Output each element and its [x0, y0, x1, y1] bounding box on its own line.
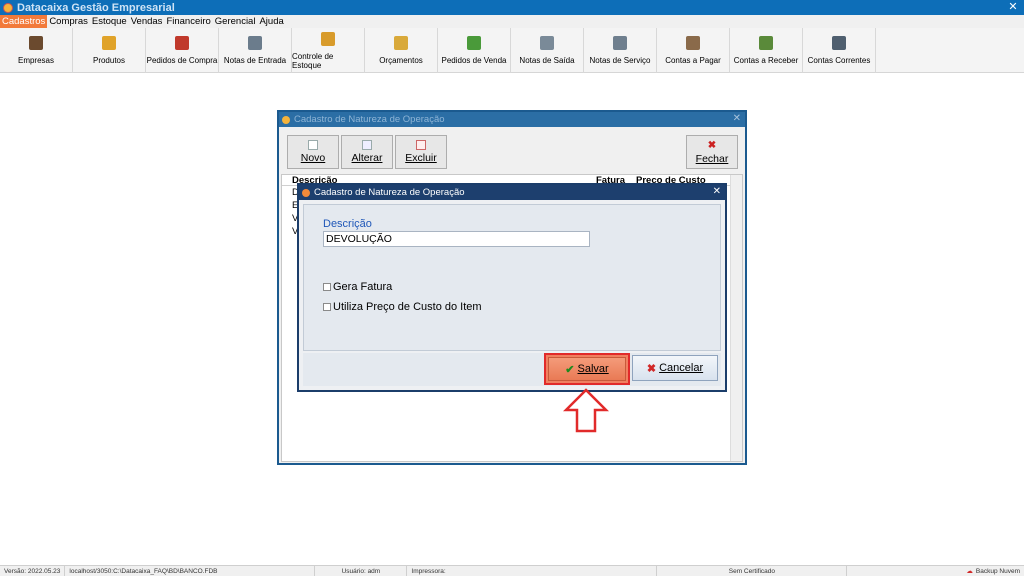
status-user: Usuário: adm: [315, 565, 408, 576]
salvar-button[interactable]: ✔ Salvar: [544, 353, 630, 385]
cancelar-button[interactable]: ✖ Cancelar: [632, 355, 718, 381]
descricao-input[interactable]: DEVOLUÇÃO: [323, 231, 590, 247]
menu-estoque[interactable]: Estoque: [90, 15, 129, 28]
novo-button[interactable]: Novo: [287, 135, 339, 169]
up-arrow-icon: [563, 388, 609, 433]
preco-custo-checkbox[interactable]: Utiliza Preço de Custo do Item: [323, 301, 482, 313]
receipt-icon: [540, 36, 554, 50]
status-version: Versão: 2022.05.23: [0, 565, 66, 576]
edit-dialog-title-bar: Cadastro de Natureza de Operação ✕: [299, 185, 725, 200]
edit-dialog-title: Cadastro de Natureza de Operação: [314, 187, 465, 198]
app-logo-icon: [282, 115, 290, 124]
delete-icon: [416, 140, 426, 150]
toolbar-produtos-button[interactable]: Produtos: [73, 28, 146, 73]
status-bar: Versão: 2022.05.23 localhost/3050:C:\Dat…: [0, 565, 1024, 576]
checkbox-box[interactable]: [323, 283, 331, 291]
status-backup[interactable]: ☁ Backup Nuvem: [847, 566, 1024, 576]
list-dialog-title: Cadastro de Natureza de Operação: [294, 114, 445, 125]
close-icon[interactable]: ✕: [713, 186, 721, 197]
safe-icon: [832, 36, 846, 50]
order-icon: [467, 36, 481, 50]
close-icon: ✖: [707, 139, 717, 151]
descricao-label: Descrição: [323, 218, 372, 230]
list-dialog-title-bar: Cadastro de Natureza de Operação ✕: [279, 112, 745, 127]
toolbar-contas-correntes-button[interactable]: Contas Correntes: [803, 28, 876, 73]
salvar-label: Salvar: [577, 363, 609, 375]
new-document-icon: [308, 140, 318, 150]
stock-icon: [321, 31, 335, 46]
excluir-button[interactable]: Excluir: [395, 135, 447, 169]
receive-icon: [759, 36, 773, 50]
cancelar-label: Cancelar: [659, 362, 704, 374]
toolbar-controle-estoque-button[interactable]: Controle de Estoque: [292, 28, 365, 73]
edit-icon: [362, 140, 372, 150]
status-printer: Impressora:: [407, 565, 658, 576]
users-icon: [29, 36, 43, 50]
notepad-icon: [394, 36, 408, 50]
cloud-icon: ☁: [966, 567, 973, 575]
salvar-button-face: ✔ Salvar: [548, 357, 626, 381]
cancel-icon: ✖: [646, 362, 657, 375]
toolbar-notas-entrada-button[interactable]: Notas de Entrada: [219, 28, 292, 73]
menu-financeiro[interactable]: Financeiro: [164, 15, 212, 28]
status-certificate: Sem Certificado: [657, 565, 848, 576]
menu-vendas[interactable]: Vendas: [129, 15, 165, 28]
toolbar-pedidos-venda-button[interactable]: Pedidos de Venda: [438, 28, 511, 73]
app-logo-icon: [3, 2, 13, 13]
toolbar-notas-saida-button[interactable]: Notas de Saída: [511, 28, 584, 73]
toolbar-contas-pagar-button[interactable]: Contas a Pagar: [657, 28, 730, 73]
gera-fatura-checkbox[interactable]: Gera Fatura: [323, 281, 392, 293]
app-logo-icon: [302, 188, 310, 197]
alterar-button[interactable]: Alterar: [341, 135, 393, 169]
title-bar: Datacaixa Gestão Empresarial ✕: [0, 0, 1024, 15]
close-icon[interactable]: ✕: [733, 113, 741, 124]
boxes-icon: [102, 36, 116, 50]
menu-gerencial[interactable]: Gerencial: [213, 15, 258, 28]
status-database: localhost/3050:C:\Datacaixa_FAQ\BD\BANCO…: [65, 565, 316, 576]
window-title: Datacaixa Gestão Empresarial: [17, 1, 175, 14]
checkbox-box[interactable]: [323, 303, 331, 311]
pay-icon: [686, 36, 700, 50]
check-icon: ✔: [565, 363, 575, 376]
toolbar-pedidos-compra-button[interactable]: Pedidos de Compra: [146, 28, 219, 73]
menu-cadastros[interactable]: Cadastros: [0, 15, 48, 28]
menu-ajuda[interactable]: Ajuda: [257, 15, 285, 28]
menu-bar: Cadastros Compras Estoque Vendas Finance…: [0, 15, 1024, 28]
document-icon: [248, 36, 262, 50]
menu-compras[interactable]: Compras: [47, 15, 90, 28]
main-toolbar: Empresas Produtos Pedidos de Compra Nota…: [0, 28, 1024, 73]
clipboard-icon: [175, 36, 189, 50]
close-icon[interactable]: ✕: [1006, 0, 1020, 14]
toolbar-orcamentos-button[interactable]: Orçamentos: [365, 28, 438, 73]
toolbar-empresas-button[interactable]: Empresas: [0, 28, 73, 73]
toolbar-contas-receber-button[interactable]: Contas a Receber: [730, 28, 803, 73]
toolbar-notas-servico-button[interactable]: Notas de Serviço: [584, 28, 657, 73]
grid-scrollbar[interactable]: [730, 175, 742, 461]
service-icon: [613, 36, 627, 50]
fechar-button[interactable]: ✖ Fechar: [686, 135, 738, 169]
